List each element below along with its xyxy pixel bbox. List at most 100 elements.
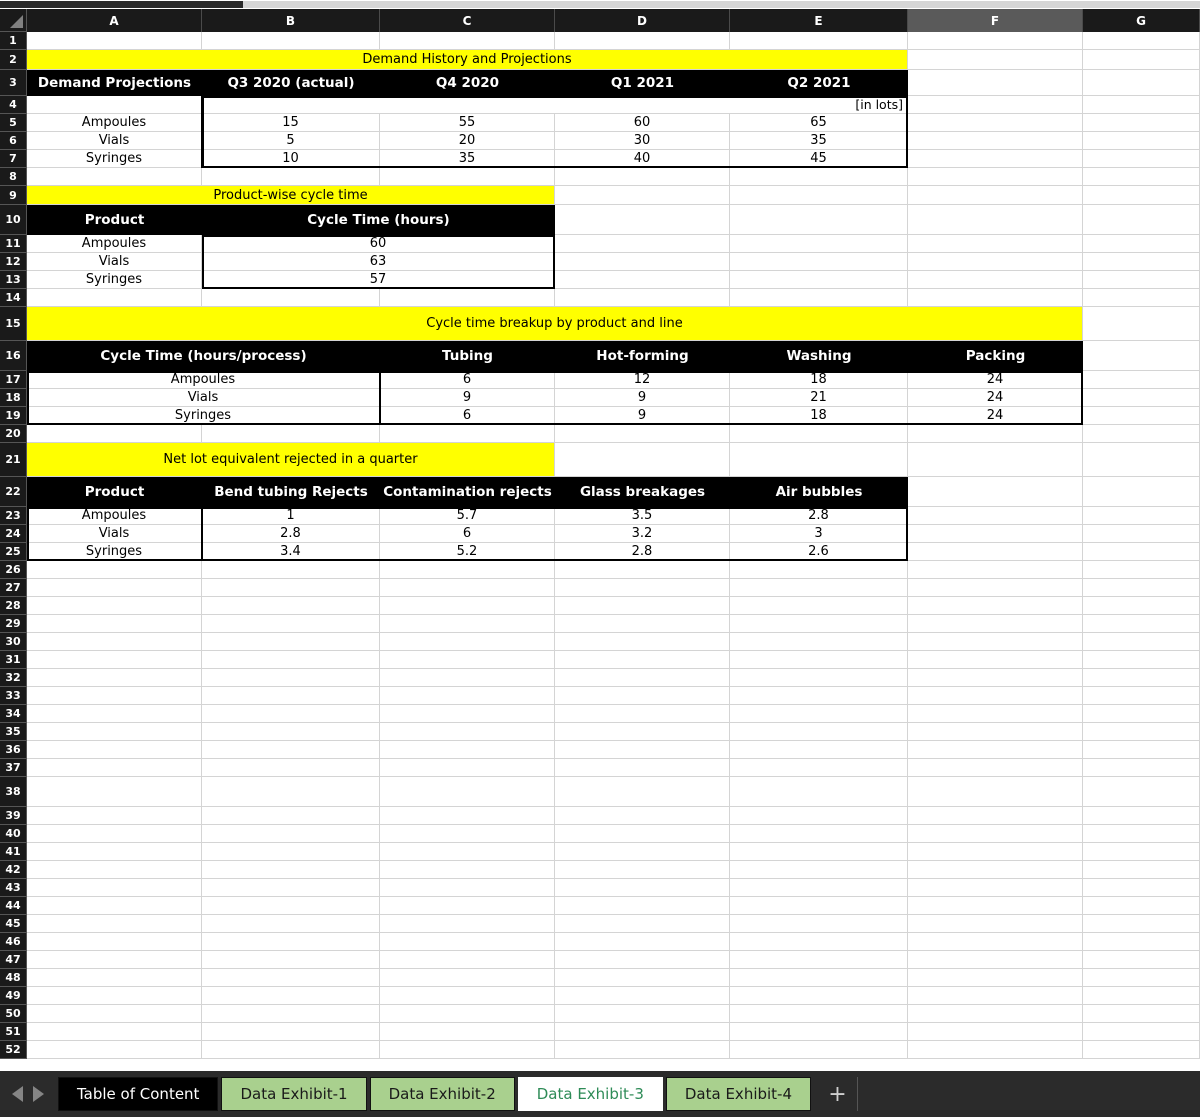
- row-header-7[interactable]: 7: [0, 150, 27, 168]
- cell[interactable]: [1083, 50, 1200, 70]
- row-header-51[interactable]: 51: [0, 1023, 27, 1041]
- demand-cell[interactable]: 60: [555, 114, 730, 132]
- cell[interactable]: [1083, 723, 1200, 741]
- cycle-time-cell[interactable]: 57: [202, 271, 555, 289]
- cell[interactable]: [908, 861, 1083, 879]
- cycle-breakup-cell[interactable]: 6: [380, 407, 555, 425]
- demand-header-2[interactable]: Q4 2020: [380, 70, 555, 96]
- cell[interactable]: [380, 1041, 555, 1059]
- cell[interactable]: [908, 1005, 1083, 1023]
- cell[interactable]: [908, 477, 1083, 507]
- cell[interactable]: [908, 807, 1083, 825]
- cell[interactable]: [1083, 861, 1200, 879]
- cell[interactable]: [555, 253, 730, 271]
- demand-cell[interactable]: 10: [202, 150, 380, 168]
- cycle-breakup-header-4[interactable]: Packing: [908, 341, 1083, 371]
- cell[interactable]: [908, 633, 1083, 651]
- cell[interactable]: [555, 741, 730, 759]
- cell[interactable]: [1083, 1023, 1200, 1041]
- cell[interactable]: [27, 825, 202, 843]
- cell[interactable]: [380, 879, 555, 897]
- sheet-tab-data-exhibit-3[interactable]: Data Exhibit-3: [517, 1077, 663, 1111]
- demand-row-label[interactable]: Vials: [27, 132, 202, 150]
- cell[interactable]: [1083, 879, 1200, 897]
- cell[interactable]: [1083, 1041, 1200, 1059]
- cell[interactable]: [1083, 525, 1200, 543]
- cell[interactable]: [202, 759, 380, 777]
- cell[interactable]: [555, 597, 730, 615]
- cell[interactable]: [202, 951, 380, 969]
- cell[interactable]: [380, 651, 555, 669]
- cycle-breakup-cell[interactable]: 18: [730, 407, 908, 425]
- rejects-banner[interactable]: Net lot equivalent rejected in a quarter: [27, 443, 555, 477]
- cell[interactable]: [202, 879, 380, 897]
- cell[interactable]: [908, 597, 1083, 615]
- cell[interactable]: [1083, 150, 1200, 168]
- cell[interactable]: [1083, 597, 1200, 615]
- cycle-breakup-cell[interactable]: 9: [555, 407, 730, 425]
- cell[interactable]: [1083, 235, 1200, 253]
- cell[interactable]: [380, 723, 555, 741]
- row-header-32[interactable]: 32: [0, 669, 27, 687]
- cell[interactable]: [555, 186, 730, 205]
- cell[interactable]: [908, 443, 1083, 477]
- rejects-cell[interactable]: 5.7: [380, 507, 555, 525]
- demand-cell[interactable]: 20: [380, 132, 555, 150]
- cell[interactable]: [730, 186, 908, 205]
- cell[interactable]: [730, 723, 908, 741]
- cell[interactable]: [908, 50, 1083, 70]
- cell[interactable]: [908, 669, 1083, 687]
- cell[interactable]: [555, 235, 730, 253]
- row-header-27[interactable]: 27: [0, 579, 27, 597]
- cell[interactable]: [908, 843, 1083, 861]
- demand-header-1[interactable]: Q3 2020 (actual): [202, 70, 380, 96]
- cell[interactable]: [202, 933, 380, 951]
- sheet-tab-data-exhibit-2[interactable]: Data Exhibit-2: [369, 1077, 515, 1111]
- row-header-26[interactable]: 26: [0, 561, 27, 579]
- column-header-c[interactable]: C: [380, 9, 555, 32]
- cycle-breakup-row-label[interactable]: Vials: [27, 389, 380, 407]
- cell[interactable]: [202, 777, 380, 807]
- cell[interactable]: [908, 96, 1083, 114]
- cell[interactable]: [730, 669, 908, 687]
- cell[interactable]: [202, 915, 380, 933]
- cell[interactable]: [380, 759, 555, 777]
- cell[interactable]: [730, 253, 908, 271]
- cell[interactable]: [27, 759, 202, 777]
- cell[interactable]: [730, 987, 908, 1005]
- cell[interactable]: [908, 253, 1083, 271]
- demand-cell[interactable]: 35: [730, 132, 908, 150]
- cycle-breakup-cell[interactable]: 18: [730, 371, 908, 389]
- row-header-12[interactable]: 12: [0, 253, 27, 271]
- cell[interactable]: [555, 168, 730, 186]
- cell[interactable]: [27, 615, 202, 633]
- cell[interactable]: [555, 933, 730, 951]
- cell[interactable]: [202, 597, 380, 615]
- rejects-cell[interactable]: 5.2: [380, 543, 555, 561]
- cycle-breakup-cell[interactable]: 9: [555, 389, 730, 407]
- cell[interactable]: [730, 741, 908, 759]
- row-header-45[interactable]: 45: [0, 915, 27, 933]
- cell[interactable]: [27, 915, 202, 933]
- cycle-breakup-header-3[interactable]: Washing: [730, 341, 908, 371]
- cell[interactable]: [27, 705, 202, 723]
- row-header-48[interactable]: 48: [0, 969, 27, 987]
- cell[interactable]: [380, 741, 555, 759]
- row-header-21[interactable]: 21: [0, 443, 27, 477]
- cell[interactable]: [380, 825, 555, 843]
- cell[interactable]: [908, 561, 1083, 579]
- rejects-cell[interactable]: 2.8: [730, 507, 908, 525]
- cell[interactable]: [202, 987, 380, 1005]
- demand-cell[interactable]: 55: [380, 114, 555, 132]
- cell[interactable]: [555, 651, 730, 669]
- cell[interactable]: [908, 951, 1083, 969]
- row-header-33[interactable]: 33: [0, 687, 27, 705]
- cell[interactable]: [1083, 807, 1200, 825]
- cell[interactable]: [555, 561, 730, 579]
- demand-cell[interactable]: 15: [202, 114, 380, 132]
- cell[interactable]: [27, 897, 202, 915]
- cycle-breakup-row-label[interactable]: Ampoules: [27, 371, 380, 389]
- cell[interactable]: [27, 633, 202, 651]
- row-header-8[interactable]: 8: [0, 168, 27, 186]
- cell[interactable]: [380, 777, 555, 807]
